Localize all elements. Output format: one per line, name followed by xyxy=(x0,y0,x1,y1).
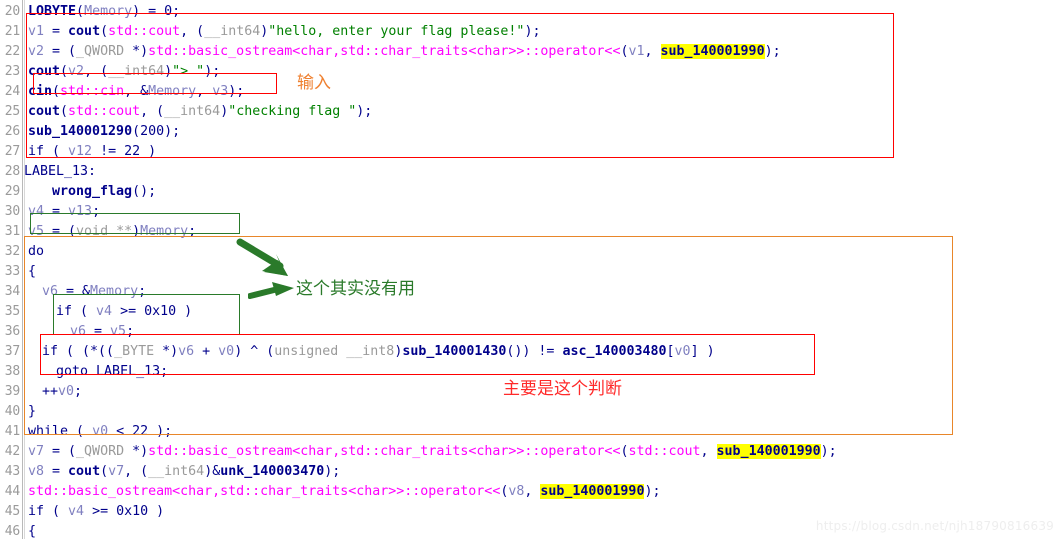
line-number: 44 xyxy=(4,484,20,499)
line-number: 36 xyxy=(4,324,20,339)
line-number: 40 xyxy=(4,404,20,419)
line-number: 41 xyxy=(4,424,20,439)
line-number: 45 xyxy=(4,504,20,519)
code-line-42[interactable]: v7 = (_QWORD *)std::basic_ostream<char,s… xyxy=(28,442,837,462)
code-line-44[interactable]: std::basic_ostream<char,std::char_traits… xyxy=(28,482,660,502)
code-line-46[interactable]: { xyxy=(28,522,36,542)
line-number: 38 xyxy=(4,364,20,379)
annotation-useless-note: 这个其实没有用 xyxy=(296,279,415,299)
line-number: 42 xyxy=(4,444,20,459)
gutter-divider xyxy=(22,0,23,539)
line-number: 43 xyxy=(4,464,20,479)
line-number: 23 xyxy=(4,64,20,79)
watermark: https://blog.csdn.net/njh18790816639 xyxy=(815,519,1054,533)
red-if-box xyxy=(40,334,815,375)
line-number: 46 xyxy=(4,524,20,539)
line-number: 32 xyxy=(4,244,20,259)
line-number: 20 xyxy=(4,4,20,19)
line-number: 22 xyxy=(4,44,20,59)
pseudocode-view: 20 21 22 23 24 25 26 27 28 29 30 31 32 3… xyxy=(0,0,1062,539)
line-number: 35 xyxy=(4,304,20,319)
line-number: 26 xyxy=(4,124,20,139)
annotation-input-note: 输入 xyxy=(297,73,331,93)
line-number: 21 xyxy=(4,24,20,39)
line-number: 25 xyxy=(4,104,20,119)
code-line-43[interactable]: v8 = cout(v7, (__int64)&unk_140003470); xyxy=(28,462,340,482)
green-v5-box xyxy=(30,213,240,234)
arrow-down-right-icon xyxy=(236,238,288,276)
line-number: 30 xyxy=(4,204,20,219)
code-line-29[interactable]: wrong_flag(); xyxy=(52,182,156,202)
line-number: 28 xyxy=(4,164,20,179)
line-number: 29 xyxy=(4,184,20,199)
red-cin-box xyxy=(33,73,277,94)
line-number: 24 xyxy=(4,84,20,99)
line-number: 33 xyxy=(4,264,20,279)
line-number: 27 xyxy=(4,144,20,159)
arrow-right-icon xyxy=(248,282,294,299)
green-if-box xyxy=(53,294,240,335)
line-number: 39 xyxy=(4,384,20,399)
code-line-45[interactable]: if ( v4 >= 0x10 ) xyxy=(28,502,164,522)
line-number: 34 xyxy=(4,284,20,299)
line-number: 37 xyxy=(4,344,20,359)
annotation-main-check-note: 主要是这个判断 xyxy=(503,379,622,399)
line-number: 31 xyxy=(4,224,20,239)
code-line-28[interactable]: LABEL_13: xyxy=(24,162,96,182)
